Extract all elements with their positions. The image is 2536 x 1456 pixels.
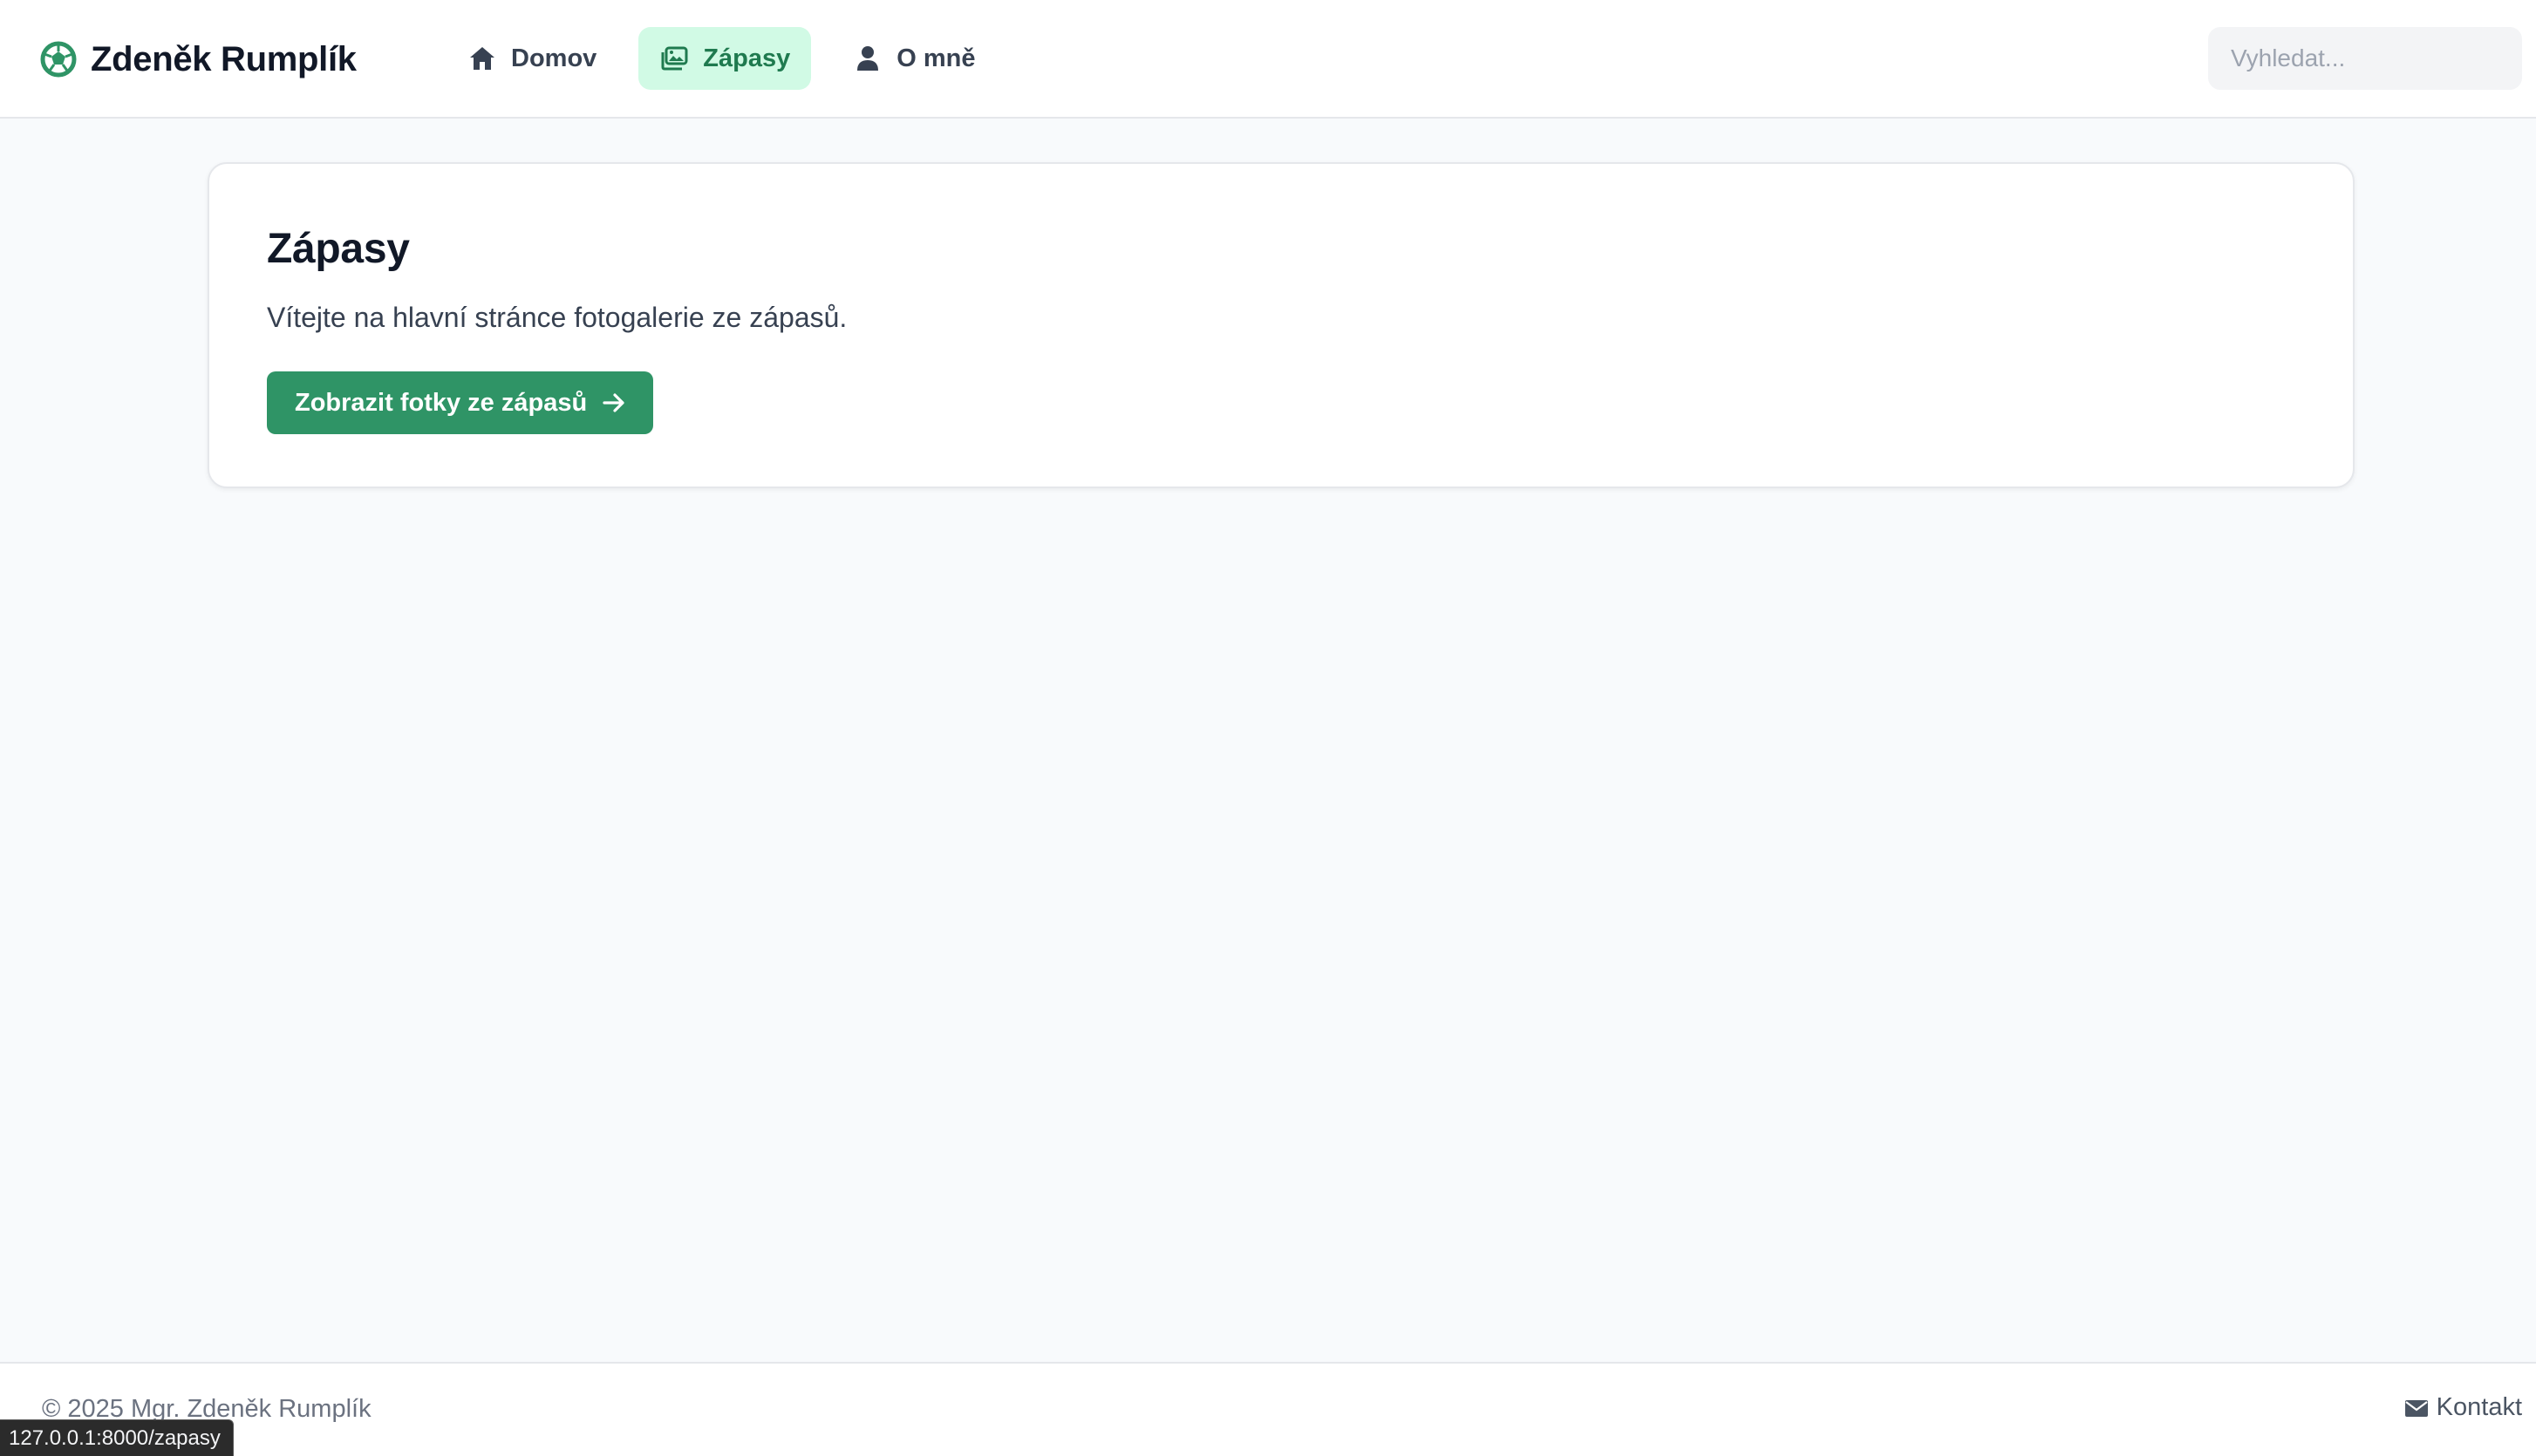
nav-label-zapasy: Zápasy <box>703 44 791 72</box>
nav-item-domov[interactable]: Domov <box>447 27 617 90</box>
home-icon <box>467 44 497 73</box>
contact-label: Kontakt <box>2436 1393 2522 1421</box>
welcome-text: Vítejte na hlavní stránce fotogalerie ze… <box>267 302 848 333</box>
nav-item-o-mne[interactable]: O mně <box>832 27 996 90</box>
main-nav: Domov Zápasy O mně <box>447 27 1018 90</box>
page-footer: © 2025 Mgr. Zdeněk Rumplík Kontakt <box>0 1362 2536 1456</box>
arrow-right-icon <box>601 390 627 416</box>
content-card: Zápasy Vítejte na hlavní stránce fotogal… <box>208 162 2355 488</box>
browser-status-url: 127.0.0.1:8000/zapasy <box>0 1419 234 1456</box>
view-match-photos-button[interactable]: Zobrazit fotky ze zápasů <box>267 371 654 434</box>
brand-link[interactable]: Zdeněk Rumplík <box>40 35 357 84</box>
nav-label-domov: Domov <box>511 44 597 72</box>
soccer-ball-icon <box>40 41 77 78</box>
images-icon <box>659 44 689 73</box>
page-title: Zápasy <box>267 226 410 272</box>
top-navbar: Zdeněk Rumplík Domov Zápasy O mně Vyhled… <box>0 0 2536 119</box>
brand-name: Zdeněk Rumplík <box>91 39 357 78</box>
nav-label-o-mne: O mně <box>896 44 976 72</box>
nav-item-zapasy[interactable]: Zápasy <box>638 27 812 90</box>
user-icon <box>853 44 883 73</box>
contact-link[interactable]: Kontakt <box>2403 1393 2522 1422</box>
envelope-icon <box>2403 1395 2430 1421</box>
view-match-photos-label: Zobrazit fotky ze zápasů <box>295 388 588 417</box>
search-input[interactable] <box>2208 27 2522 90</box>
